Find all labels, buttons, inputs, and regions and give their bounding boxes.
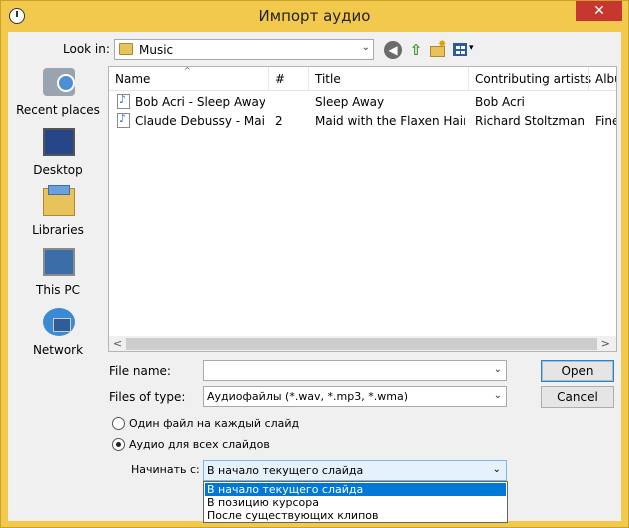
start-from-label: Начинать с: bbox=[131, 463, 200, 476]
scroll-left-arrow-icon[interactable]: < bbox=[113, 337, 122, 350]
files-of-type-select[interactable]: Аудиофайлы (*.wav, *.mp3, *.wma) ⌄ bbox=[203, 386, 507, 407]
column-header-row: Name ^ # Title Contributing artists Albu bbox=[109, 66, 616, 91]
cancel-button[interactable]: Cancel bbox=[541, 386, 614, 408]
column-header-artists[interactable]: Contributing artists bbox=[475, 72, 591, 86]
place-desktop[interactable]: Desktop bbox=[13, 126, 103, 184]
look-in-combobox[interactable]: Music ⌄ bbox=[114, 39, 374, 60]
file-album: Fine bbox=[595, 114, 617, 128]
dialog-body: Look in: Music ⌄ ◀ ⇧ ✸ ▾ Recent places D… bbox=[8, 32, 621, 523]
back-icon[interactable]: ◀ bbox=[384, 41, 402, 59]
scroll-right-arrow-icon[interactable]: > bbox=[601, 337, 610, 350]
column-divider[interactable] bbox=[268, 67, 269, 91]
dropdown-option-current-slide[interactable]: В начало текущего слайда bbox=[205, 483, 506, 496]
dropdown-option-cursor[interactable]: В позицию курсора bbox=[205, 496, 506, 509]
file-row[interactable]: Bob Acri - Sleep Away Sleep Away Bob Acr… bbox=[109, 93, 616, 112]
folder-icon bbox=[119, 43, 133, 55]
close-button[interactable]: ✕ bbox=[576, 1, 622, 21]
place-libraries[interactable]: Libraries bbox=[13, 185, 103, 244]
column-header-album[interactable]: Albu bbox=[595, 72, 616, 86]
start-from-select[interactable]: В начало текущего слайда ⌄ bbox=[203, 460, 507, 481]
this-pc-icon bbox=[43, 248, 75, 276]
place-label: Libraries bbox=[32, 223, 84, 237]
up-folder-icon[interactable]: ⇧ bbox=[407, 41, 425, 59]
column-header-number[interactable]: # bbox=[275, 72, 285, 86]
place-label: Recent places bbox=[16, 103, 100, 117]
file-list[interactable]: Name ^ # Title Contributing artists Albu… bbox=[108, 66, 617, 352]
open-button[interactable]: Open bbox=[541, 360, 614, 382]
recent-places-icon bbox=[43, 68, 75, 96]
file-name-label: File name: bbox=[109, 364, 171, 378]
file-artist: Bob Acri bbox=[475, 95, 525, 109]
file-artist: Richard Stoltzman... bbox=[475, 114, 585, 128]
file-title: Sleep Away bbox=[315, 95, 385, 109]
view-grid-icon bbox=[453, 43, 467, 56]
file-row[interactable]: Claude Debussy - Mai... 2 Maid with the … bbox=[109, 112, 617, 131]
place-label: Desktop bbox=[33, 163, 83, 177]
new-folder-sparkle-icon: ✸ bbox=[438, 39, 447, 50]
libraries-icon bbox=[43, 185, 75, 216]
places-bar: Recent places Desktop Libraries This PC … bbox=[13, 66, 101, 386]
place-network[interactable]: Network bbox=[13, 306, 103, 364]
scrollbar-thumb[interactable] bbox=[126, 338, 597, 350]
files-of-type-label: Files of type: bbox=[109, 390, 186, 404]
chevron-down-icon: ▾ bbox=[469, 43, 474, 53]
title-bar[interactable]: Импорт аудио ✕ bbox=[1, 1, 628, 32]
chevron-down-icon[interactable]: ⌄ bbox=[494, 364, 502, 375]
chevron-down-icon[interactable]: ⌄ bbox=[493, 464, 501, 475]
desktop-icon bbox=[43, 128, 75, 156]
file-name: Claude Debussy - Mai... bbox=[135, 114, 265, 128]
column-divider[interactable] bbox=[588, 67, 589, 91]
radio-one-per-slide[interactable] bbox=[112, 417, 125, 430]
column-header-label: Name bbox=[115, 72, 151, 86]
music-file-icon bbox=[117, 112, 130, 128]
start-from-value: В начало текущего слайда bbox=[207, 464, 364, 477]
radio-all-slides[interactable] bbox=[112, 438, 125, 451]
column-divider[interactable] bbox=[468, 67, 469, 91]
file-name: Bob Acri - Sleep Away bbox=[135, 95, 265, 109]
file-name-input[interactable]: ⌄ bbox=[203, 360, 507, 381]
column-header-title[interactable]: Title bbox=[315, 72, 341, 86]
new-folder-icon[interactable]: ✸ bbox=[429, 39, 447, 59]
import-audio-dialog: Импорт аудио ✕ Look in: Music ⌄ ◀ ⇧ ✸ ▾ … bbox=[0, 0, 629, 528]
chevron-down-icon[interactable]: ⌄ bbox=[494, 390, 502, 401]
place-label: This PC bbox=[36, 283, 80, 297]
file-title: Maid with the Flaxen Hair bbox=[315, 114, 465, 128]
radio-all-slides-label[interactable]: Аудио для всех слайдов bbox=[129, 438, 270, 451]
view-menu-icon[interactable]: ▾ bbox=[453, 41, 479, 59]
place-this-pc[interactable]: This PC bbox=[13, 246, 103, 304]
window-title: Импорт аудио bbox=[258, 7, 371, 25]
place-recent-places[interactable]: Recent places bbox=[13, 66, 103, 124]
music-file-icon bbox=[117, 93, 130, 109]
network-icon bbox=[43, 308, 75, 336]
chevron-down-icon[interactable]: ⌄ bbox=[362, 42, 370, 53]
file-number: 2 bbox=[275, 114, 283, 128]
horizontal-scrollbar[interactable]: < > bbox=[109, 336, 616, 351]
look-in-label: Look in: bbox=[63, 42, 110, 56]
column-header-name[interactable]: Name bbox=[115, 72, 150, 86]
column-divider[interactable] bbox=[308, 67, 309, 91]
look-in-value: Music bbox=[139, 43, 174, 57]
dropdown-option-after-clips[interactable]: После существующих клипов bbox=[205, 509, 506, 522]
start-from-dropdown-list: В начало текущего слайда В позицию курсо… bbox=[203, 481, 508, 523]
sort-ascending-icon: ^ bbox=[184, 66, 191, 75]
place-label: Network bbox=[32, 343, 84, 357]
files-of-type-value: Аудиофайлы (*.wav, *.mp3, *.wma) bbox=[207, 390, 408, 403]
radio-one-per-slide-label[interactable]: Один файл на каждый слайд bbox=[129, 417, 299, 430]
